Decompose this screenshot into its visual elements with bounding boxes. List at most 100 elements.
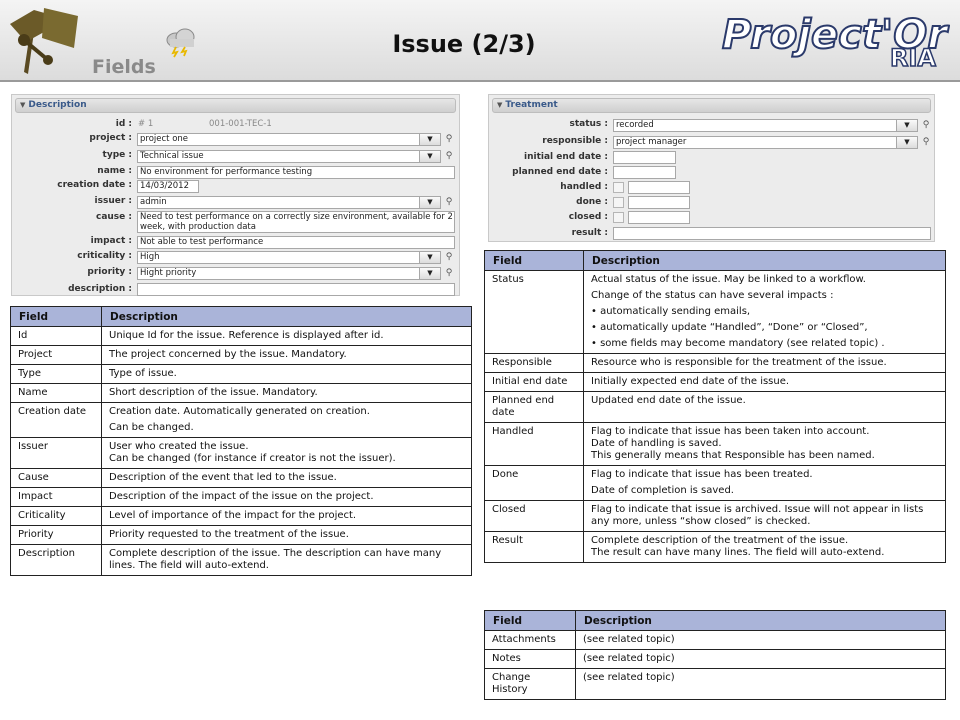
description-line: Complete description of the treatment of… xyxy=(591,535,849,546)
table-row: Responsible Resource who is responsible f… xyxy=(484,353,946,373)
project-select[interactable]: project one xyxy=(137,133,420,146)
criticality-search-icon[interactable]: ⚲ xyxy=(443,251,455,264)
field-name-cell: Change History xyxy=(484,668,576,700)
description-line: Actual status of the issue. May be linke… xyxy=(591,274,866,285)
field-name-cell: Project xyxy=(10,345,102,365)
collapse-triangle-icon[interactable]: ▼ xyxy=(20,99,25,112)
planned-end-date-input[interactable] xyxy=(613,166,676,179)
criticality-dropdown-arrow-icon[interactable]: ▼ xyxy=(419,251,441,264)
type-select[interactable]: Technical issue xyxy=(137,150,420,163)
brand-suffix: RIA xyxy=(890,44,936,72)
type-dropdown-arrow-icon[interactable]: ▼ xyxy=(419,150,441,163)
status-select[interactable]: recorded xyxy=(613,119,897,132)
field-name-cell: Type xyxy=(10,364,102,384)
result-input[interactable] xyxy=(613,227,931,240)
done-date-input[interactable] xyxy=(628,196,690,209)
field-name-cell: Impact xyxy=(10,487,102,507)
description-line: • automatically sending emails, xyxy=(591,306,751,317)
closed-date-input[interactable] xyxy=(628,211,690,224)
impact-input[interactable]: Not able to test performance xyxy=(137,236,455,249)
table-row: Name Short description of the issue. Mand… xyxy=(10,383,472,403)
description-line: Can be changed. xyxy=(109,422,194,433)
initial-end-date-input[interactable] xyxy=(613,151,676,164)
type-search-icon[interactable]: ⚲ xyxy=(443,150,455,163)
issuer-dropdown-arrow-icon[interactable]: ▼ xyxy=(419,196,441,209)
closed-checkbox[interactable] xyxy=(613,212,624,223)
description-line: The result can have many lines. The fiel… xyxy=(591,547,885,558)
table-row: Cause Description of the event that led t… xyxy=(10,468,472,488)
status-search-icon[interactable]: ⚲ xyxy=(920,119,932,132)
description-line: Initially expected end date of the issue… xyxy=(591,376,790,387)
criticality-select[interactable]: High xyxy=(137,251,420,264)
description-label: description : xyxy=(68,284,132,294)
column-header-field: Field xyxy=(484,250,584,271)
description-line: This generally means that Responsible ha… xyxy=(591,450,875,461)
field-name-cell: Cause xyxy=(10,468,102,488)
field-description-cell: Updated end date of the issue. xyxy=(583,391,946,423)
field-description-cell: Flag to indicate that issue has been tak… xyxy=(583,422,946,466)
table-row: Planned end date Updated end date of the … xyxy=(484,391,946,423)
priority-search-icon[interactable]: ⚲ xyxy=(443,267,455,280)
brand-logo: Project'Or RIA xyxy=(721,11,950,72)
closed-label: closed : xyxy=(568,212,608,222)
done-checkbox[interactable] xyxy=(613,197,624,208)
table-row: Creation date Creation date. Automaticall… xyxy=(10,402,472,438)
priority-dropdown-arrow-icon[interactable]: ▼ xyxy=(419,267,441,280)
column-header-description: Description xyxy=(575,610,946,631)
column-header-field: Field xyxy=(10,306,102,327)
cause-input[interactable]: Need to test performance on a correctly … xyxy=(137,211,455,233)
creation-date-input[interactable]: 14/03/2012 xyxy=(137,180,199,193)
field-description-cell: Description of the event that led to the… xyxy=(101,468,472,488)
id-value: # 1 xyxy=(138,119,154,129)
priority-label: priority : xyxy=(87,267,132,277)
responsible-search-icon[interactable]: ⚲ xyxy=(920,136,932,149)
project-dropdown-arrow-icon[interactable]: ▼ xyxy=(419,133,441,146)
field-name-cell: Criticality xyxy=(10,506,102,526)
description-panel-header[interactable]: ▼ Description xyxy=(15,98,456,113)
status-dropdown-arrow-icon[interactable]: ▼ xyxy=(896,119,918,132)
treatment-panel-title: Treatment xyxy=(505,100,558,110)
field-name-cell: Priority xyxy=(10,525,102,545)
table-row: Impact Description of the impact of the i… xyxy=(10,487,472,507)
table-row: Status Actual status of the issue. May be… xyxy=(484,270,946,354)
field-description-cell: Actual status of the issue. May be linke… xyxy=(583,270,946,354)
field-name-cell: Name xyxy=(10,383,102,403)
treatment-panel-header[interactable]: ▼ Treatment xyxy=(492,98,931,113)
field-description-cell: Flag to indicate that issue has been tre… xyxy=(583,465,946,501)
name-input[interactable]: No environment for performance testing xyxy=(137,166,455,179)
creation-date-label: creation date : xyxy=(57,180,132,190)
handled-date-input[interactable] xyxy=(628,181,690,194)
description-line: Date of completion is saved. xyxy=(591,485,734,496)
field-description-cell: Priority requested to the treatment of t… xyxy=(101,525,472,545)
responsible-dropdown-arrow-icon[interactable]: ▼ xyxy=(896,136,918,149)
priority-select[interactable]: Hight priority xyxy=(137,267,420,280)
field-name-cell: Done xyxy=(484,465,584,501)
treatment-panel: ▼ Treatment status : recorded ▼ ⚲ respons… xyxy=(488,94,935,242)
collapse-triangle-icon[interactable]: ▼ xyxy=(497,99,502,112)
field-name-cell: Id xyxy=(10,326,102,346)
description-input[interactable] xyxy=(137,283,455,296)
description-line: Resource who is responsible for the trea… xyxy=(591,357,887,368)
planned-end-date-label: planned end date : xyxy=(512,167,608,177)
field-description-cell: (see related topic) xyxy=(575,630,946,650)
responsible-select[interactable]: project manager xyxy=(613,136,897,149)
table-row: Type Type of issue. xyxy=(10,364,472,384)
field-description-cell: Initially expected end date of the issue… xyxy=(583,372,946,392)
responsible-label: responsible : xyxy=(542,136,608,146)
project-label: project : xyxy=(89,133,132,143)
issuer-select[interactable]: admin xyxy=(137,196,420,209)
field-name-cell: Handled xyxy=(484,422,584,466)
field-name-cell: Planned end date xyxy=(484,391,584,423)
id-reference: 001-001-TEC-1 xyxy=(209,119,272,129)
name-label: name : xyxy=(97,166,132,176)
description-line: Updated end date of the issue. xyxy=(591,395,746,406)
handled-label: handled : xyxy=(560,182,608,192)
description-line: • some fields may become mandatory (see … xyxy=(591,338,885,349)
handled-checkbox[interactable] xyxy=(613,182,624,193)
issuer-search-icon[interactable]: ⚲ xyxy=(443,196,455,209)
table-row: Project The project concerned by the issu… xyxy=(10,345,472,365)
field-description-cell: Flag to indicate that issue is archived.… xyxy=(583,500,946,532)
table-row: Handled Flag to indicate that issue has b… xyxy=(484,422,946,466)
result-label: result : xyxy=(571,228,608,238)
project-search-icon[interactable]: ⚲ xyxy=(443,133,455,146)
